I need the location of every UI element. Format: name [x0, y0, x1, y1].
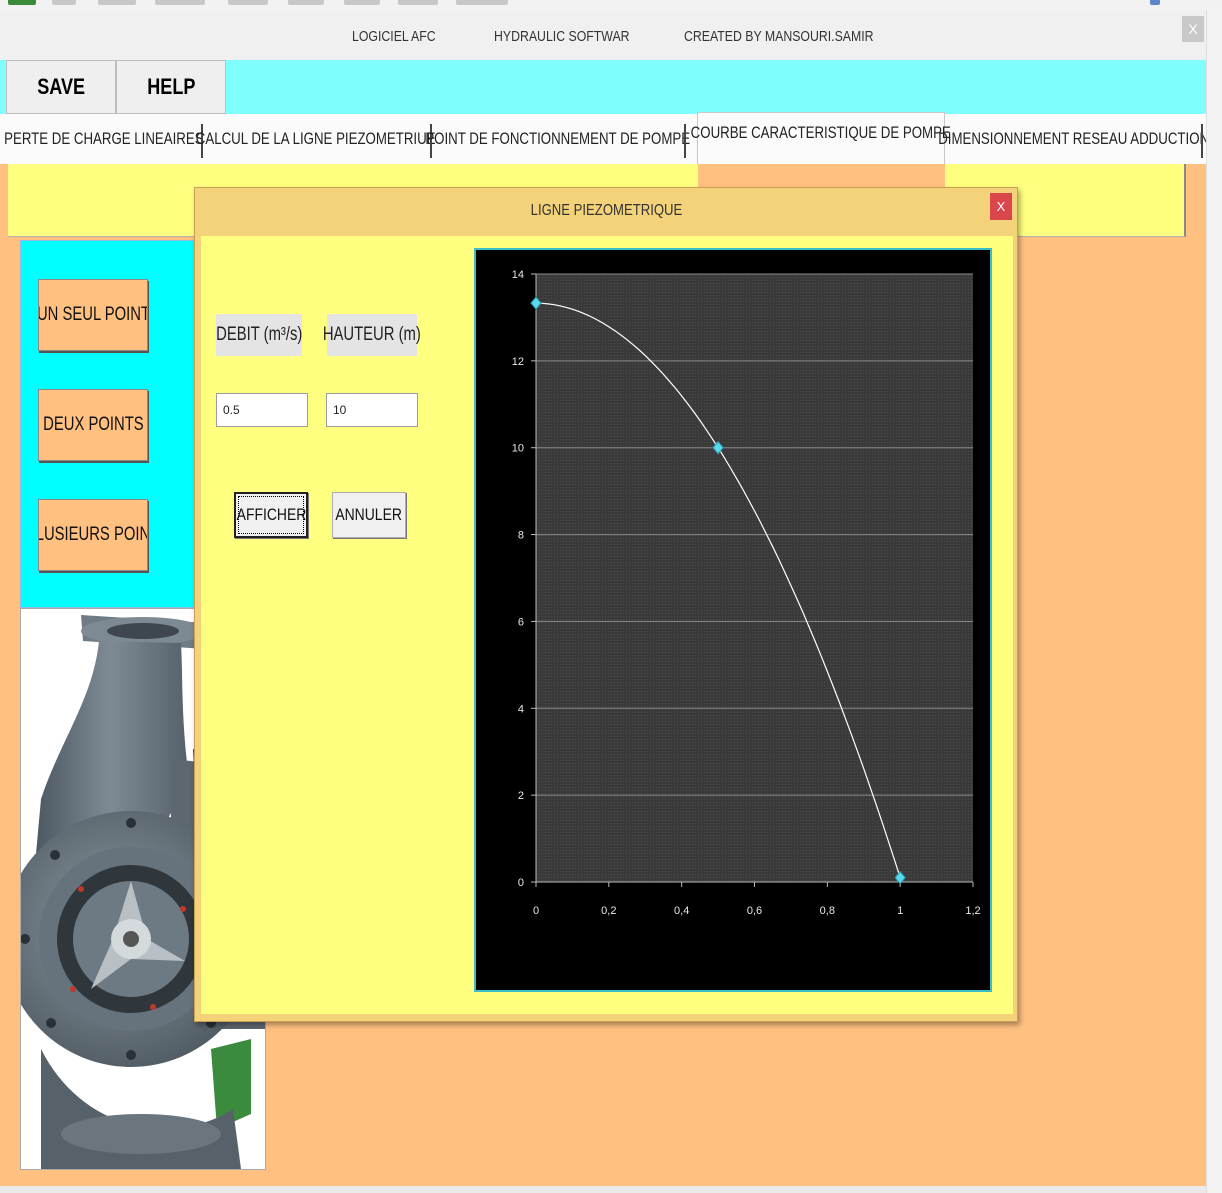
tab-label: COURBE CARACTERISTIQUE DE POMPE [690, 123, 952, 142]
title-hydraulic: HYDRAULIC SOFTWAR [494, 28, 630, 45]
dialog-close-button[interactable]: X [990, 193, 1012, 220]
x-tick-label: 0 [533, 905, 539, 917]
debit-label: DEBIT (m³/s) [216, 314, 302, 356]
annuler-button[interactable]: ANNULER [332, 492, 406, 538]
x-tick-label: 0,8 [820, 905, 835, 917]
x-tick-label: 1,2 [965, 905, 980, 917]
hauteur-label-text: HAUTEUR (m) [323, 324, 421, 345]
y-tick-label: 12 [512, 356, 524, 368]
deux-points-button[interactable]: DEUX POINTS [38, 389, 148, 461]
dialog-title: LIGNE PIEZOMETRIQUE [530, 202, 682, 219]
tab-label: PERTE DE CHARGE LINEAIRES [4, 129, 204, 148]
tab-perte-de-charge[interactable]: PERTE DE CHARGE LINEAIRES [4, 118, 203, 160]
y-tick-label: 10 [512, 443, 524, 455]
tab-label: POINT DE FONCTIONNEMENT DE POMPE [425, 129, 691, 148]
hauteur-label: HAUTEUR (m) [323, 314, 421, 356]
tab-separator [1201, 124, 1203, 158]
tab-separator [684, 124, 686, 158]
debit-input[interactable]: 0.5 [216, 393, 308, 427]
y-tick-label: 8 [518, 530, 524, 542]
tab-dimensionnement[interactable]: DIMENSIONNEMENT RESEAU ADDUCTION [939, 118, 1210, 160]
button-label: UN SEUL POINT [38, 304, 148, 325]
close-icon: X [996, 199, 1006, 214]
title-bar: LOGICIEL AFC HYDRAULIC SOFTWAR CREATED B… [0, 10, 1206, 60]
bottom-bar [0, 1186, 1206, 1193]
y-tick-label: 14 [512, 269, 524, 281]
save-label: SAVE [37, 74, 85, 99]
chart-svg: 0 2 4 6 8 10 12 14 0 0,2 0,4 0,6 0,8 1 1,2 [512, 269, 981, 917]
tab-label: CALCUL DE LA LIGNE PIEZOMETRIUE [196, 129, 436, 148]
button-label: PLUSIEURS POINT [39, 524, 147, 545]
tab-courbe-caracteristique[interactable]: COURBE CARACTERISTIQUE DE POMPE [691, 112, 951, 154]
y-tick-label: 2 [518, 790, 524, 802]
hauteur-input[interactable]: 10 [326, 393, 418, 427]
y-tick-label: 6 [518, 616, 524, 628]
debit-label-text: DEBIT (m³/s) [215, 324, 303, 345]
help-label: HELP [146, 74, 196, 99]
window-close-button[interactable]: X [1182, 16, 1204, 42]
title-logiciel: LOGICIEL AFC [352, 28, 436, 45]
close-icon: X [1188, 21, 1198, 37]
help-button[interactable]: HELP [116, 60, 226, 114]
button-label: DEUX POINTS [42, 414, 144, 435]
x-tick-label: 1 [897, 905, 903, 917]
tab-label: DIMENSIONNEMENT RESEAU ADDUCTION [938, 129, 1210, 148]
save-button[interactable]: SAVE [6, 60, 116, 114]
annuler-label: ANNULER [335, 505, 403, 524]
afficher-label: AFFICHER [236, 505, 306, 524]
y-tick-label: 4 [518, 703, 524, 715]
tab-point-fonctionnement[interactable]: POINT DE FONCTIONNEMENT DE POMPE [426, 118, 691, 160]
vertical-scrollbar[interactable] [1206, 10, 1222, 1193]
un-seul-point-button[interactable]: UN SEUL POINT [38, 279, 148, 351]
plot-area [536, 274, 973, 882]
x-tick-label: 0,6 [747, 905, 762, 917]
x-tick-label: 0,2 [601, 905, 616, 917]
tab-ligne-piezometrique[interactable]: CALCUL DE LA LIGNE PIEZOMETRIUE [196, 118, 436, 160]
afficher-button[interactable]: AFFICHER [234, 492, 308, 538]
dialog-title-bar[interactable]: LIGNE PIEZOMETRIQUE [195, 188, 1017, 234]
title-created-by: CREATED BY MANSOURI.SAMIR [684, 28, 874, 45]
x-tick-label: 0,4 [674, 905, 689, 917]
y-tick-label: 0 [518, 877, 524, 889]
piezometric-chart: 0 2 4 6 8 10 12 14 0 0,2 0,4 0,6 0,8 1 1,2 [474, 248, 992, 992]
plusieurs-points-button[interactable]: PLUSIEURS POINT [38, 499, 148, 571]
